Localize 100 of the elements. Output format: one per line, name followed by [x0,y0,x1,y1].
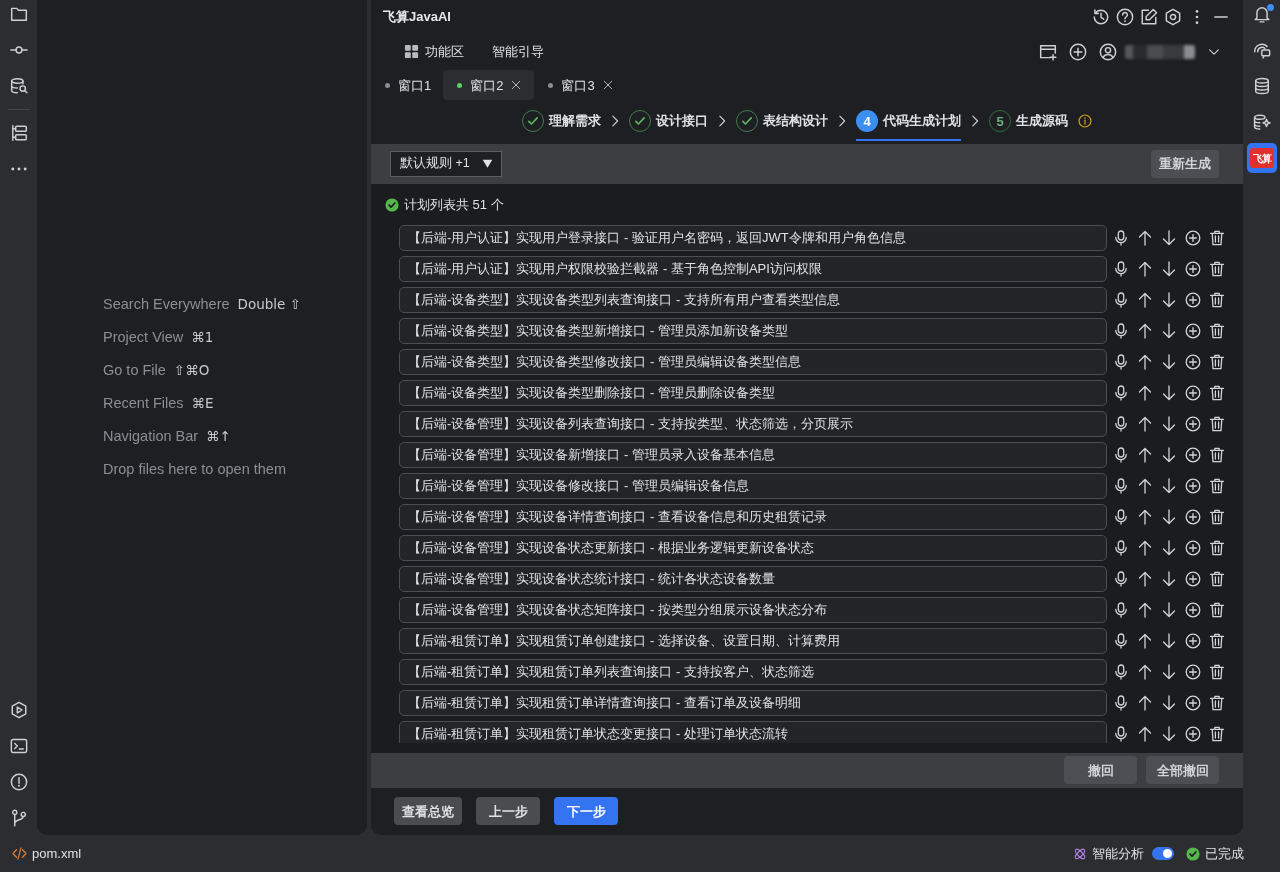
database-icon[interactable] [1252,77,1271,95]
plan-item-field[interactable]: 【后端-用户认证】实现用户登录接口 - 验证用户名密码，返回JWT令牌和用户角色信息 [399,224,1107,251]
step-tab[interactable]: 理解需求 [522,101,601,142]
move-down-icon[interactable] [1161,601,1177,618]
add-icon[interactable] [1185,508,1201,525]
move-down-icon[interactable] [1161,477,1177,494]
move-up-icon[interactable] [1137,384,1153,401]
delete-icon[interactable] [1209,725,1225,742]
info-icon[interactable] [1078,114,1092,129]
microphone-icon[interactable] [1113,229,1129,246]
microphone-icon[interactable] [1113,601,1129,618]
move-down-icon[interactable] [1161,291,1177,308]
move-up-icon[interactable] [1137,477,1153,494]
regenerate-button[interactable]: 重新生成 [1151,149,1219,178]
delete-icon[interactable] [1209,601,1225,618]
move-down-icon[interactable] [1161,694,1177,711]
move-up-icon[interactable] [1137,663,1153,680]
add-icon[interactable] [1185,570,1201,587]
microphone-icon[interactable] [1113,570,1129,587]
add-icon[interactable] [1185,725,1201,742]
folder-icon[interactable] [9,5,28,23]
run-icon[interactable] [9,701,28,719]
add-icon[interactable] [1185,663,1201,680]
database-sparkle-icon[interactable] [1252,113,1271,131]
microphone-icon[interactable] [1113,446,1129,463]
delete-icon[interactable] [1209,415,1225,432]
move-down-icon[interactable] [1161,632,1177,649]
move-up-icon[interactable] [1137,632,1153,649]
plan-item-field[interactable]: 【后端-设备类型】实现设备类型删除接口 - 管理员删除设备类型 [399,379,1107,406]
structure-icon[interactable] [9,124,28,142]
plan-item-field[interactable]: 【后端-租赁订单】实现租赁订单列表查询接口 - 支持按客户、状态筛选 [399,658,1107,685]
move-up-icon[interactable] [1137,725,1153,742]
help-icon[interactable] [1116,7,1134,26]
window-tab[interactable]: 窗口1 [371,70,444,101]
move-up-icon[interactable] [1137,353,1153,370]
move-down-icon[interactable] [1161,725,1177,742]
plan-item-field[interactable]: 【后端-设备类型】实现设备类型列表查询接口 - 支持所有用户查看类型信息 [399,286,1107,313]
edit-icon[interactable] [1140,7,1158,26]
step-tab[interactable]: 设计接口 [629,101,708,142]
git-branch-icon[interactable] [9,809,28,827]
microphone-icon[interactable] [1113,508,1129,525]
microphone-icon[interactable] [1113,260,1129,277]
add-icon[interactable] [1185,415,1201,432]
move-down-icon[interactable] [1161,384,1177,401]
step-tab[interactable]: 5 生成源码 [989,101,1068,142]
notifications-icon[interactable] [1252,5,1271,23]
move-down-icon[interactable] [1161,415,1177,432]
move-down-icon[interactable] [1161,508,1177,525]
add-icon[interactable] [1185,260,1201,277]
plan-item-field[interactable]: 【后端-租赁订单】实现租赁订单创建接口 - 选择设备、设置日期、计算费用 [399,627,1107,654]
move-up-icon[interactable] [1137,291,1153,308]
plan-item-field[interactable]: 【后端-设备管理】实现设备状态更新接口 - 根据业务逻辑更新设备状态 [399,534,1107,561]
menu-item[interactable]: 功能区 [404,41,464,62]
add-icon[interactable] [1185,384,1201,401]
add-icon[interactable] [1185,477,1201,494]
microphone-icon[interactable] [1113,539,1129,556]
move-down-icon[interactable] [1161,260,1177,277]
add-icon[interactable] [1185,601,1201,618]
move-up-icon[interactable] [1137,694,1153,711]
move-down-icon[interactable] [1161,539,1177,556]
delete-icon[interactable] [1209,353,1225,370]
microphone-icon[interactable] [1113,353,1129,370]
delete-icon[interactable] [1209,322,1225,339]
add-icon[interactable] [1185,322,1201,339]
file-name[interactable]: pom.xml [32,843,82,864]
add-icon[interactable] [1185,539,1201,556]
delete-icon[interactable] [1209,632,1225,649]
undo-button[interactable]: 撤回 [1064,756,1137,785]
delete-icon[interactable] [1209,508,1225,525]
microphone-icon[interactable] [1113,632,1129,649]
step-tab[interactable]: 4 代码生成计划 [856,101,961,142]
move-up-icon[interactable] [1137,415,1153,432]
rule-dropdown[interactable]: 默认规则 +1 [390,150,502,177]
microphone-icon[interactable] [1113,384,1129,401]
delete-icon[interactable] [1209,477,1225,494]
plan-item-field[interactable]: 【后端-设备管理】实现设备状态统计接口 - 统计各状态设备数量 [399,565,1107,592]
microphone-icon[interactable] [1113,415,1129,432]
plan-item-field[interactable]: 【后端-设备管理】实现设备详情查询接口 - 查看设备信息和历史租赁记录 [399,503,1107,530]
menu-item[interactable]: 智能引导 [492,41,544,62]
microphone-icon[interactable] [1113,291,1129,308]
add-icon[interactable] [1069,42,1087,61]
move-down-icon[interactable] [1161,663,1177,680]
move-up-icon[interactable] [1137,322,1153,339]
window-tab[interactable]: 窗口2 [443,70,535,101]
add-icon[interactable] [1185,291,1201,308]
delete-icon[interactable] [1209,539,1225,556]
problems-icon[interactable] [9,773,28,791]
add-icon[interactable] [1185,632,1201,649]
move-down-icon[interactable] [1161,353,1177,370]
new-window-icon[interactable] [1039,42,1057,61]
microphone-icon[interactable] [1113,694,1129,711]
delete-icon[interactable] [1209,291,1225,308]
overview-button[interactable]: 查看总览 [394,797,462,826]
microphone-icon[interactable] [1113,322,1129,339]
analysis-toggle[interactable] [1152,847,1174,860]
next-button[interactable]: 下一步 [554,797,618,826]
delete-icon[interactable] [1209,229,1225,246]
microphone-icon[interactable] [1113,477,1129,494]
plan-item-field[interactable]: 【后端-用户认证】实现用户权限校验拦截器 - 基于角色控制API访问权限 [399,255,1107,282]
plan-item-field[interactable]: 【后端-设备管理】实现设备修改接口 - 管理员编辑设备信息 [399,472,1107,499]
